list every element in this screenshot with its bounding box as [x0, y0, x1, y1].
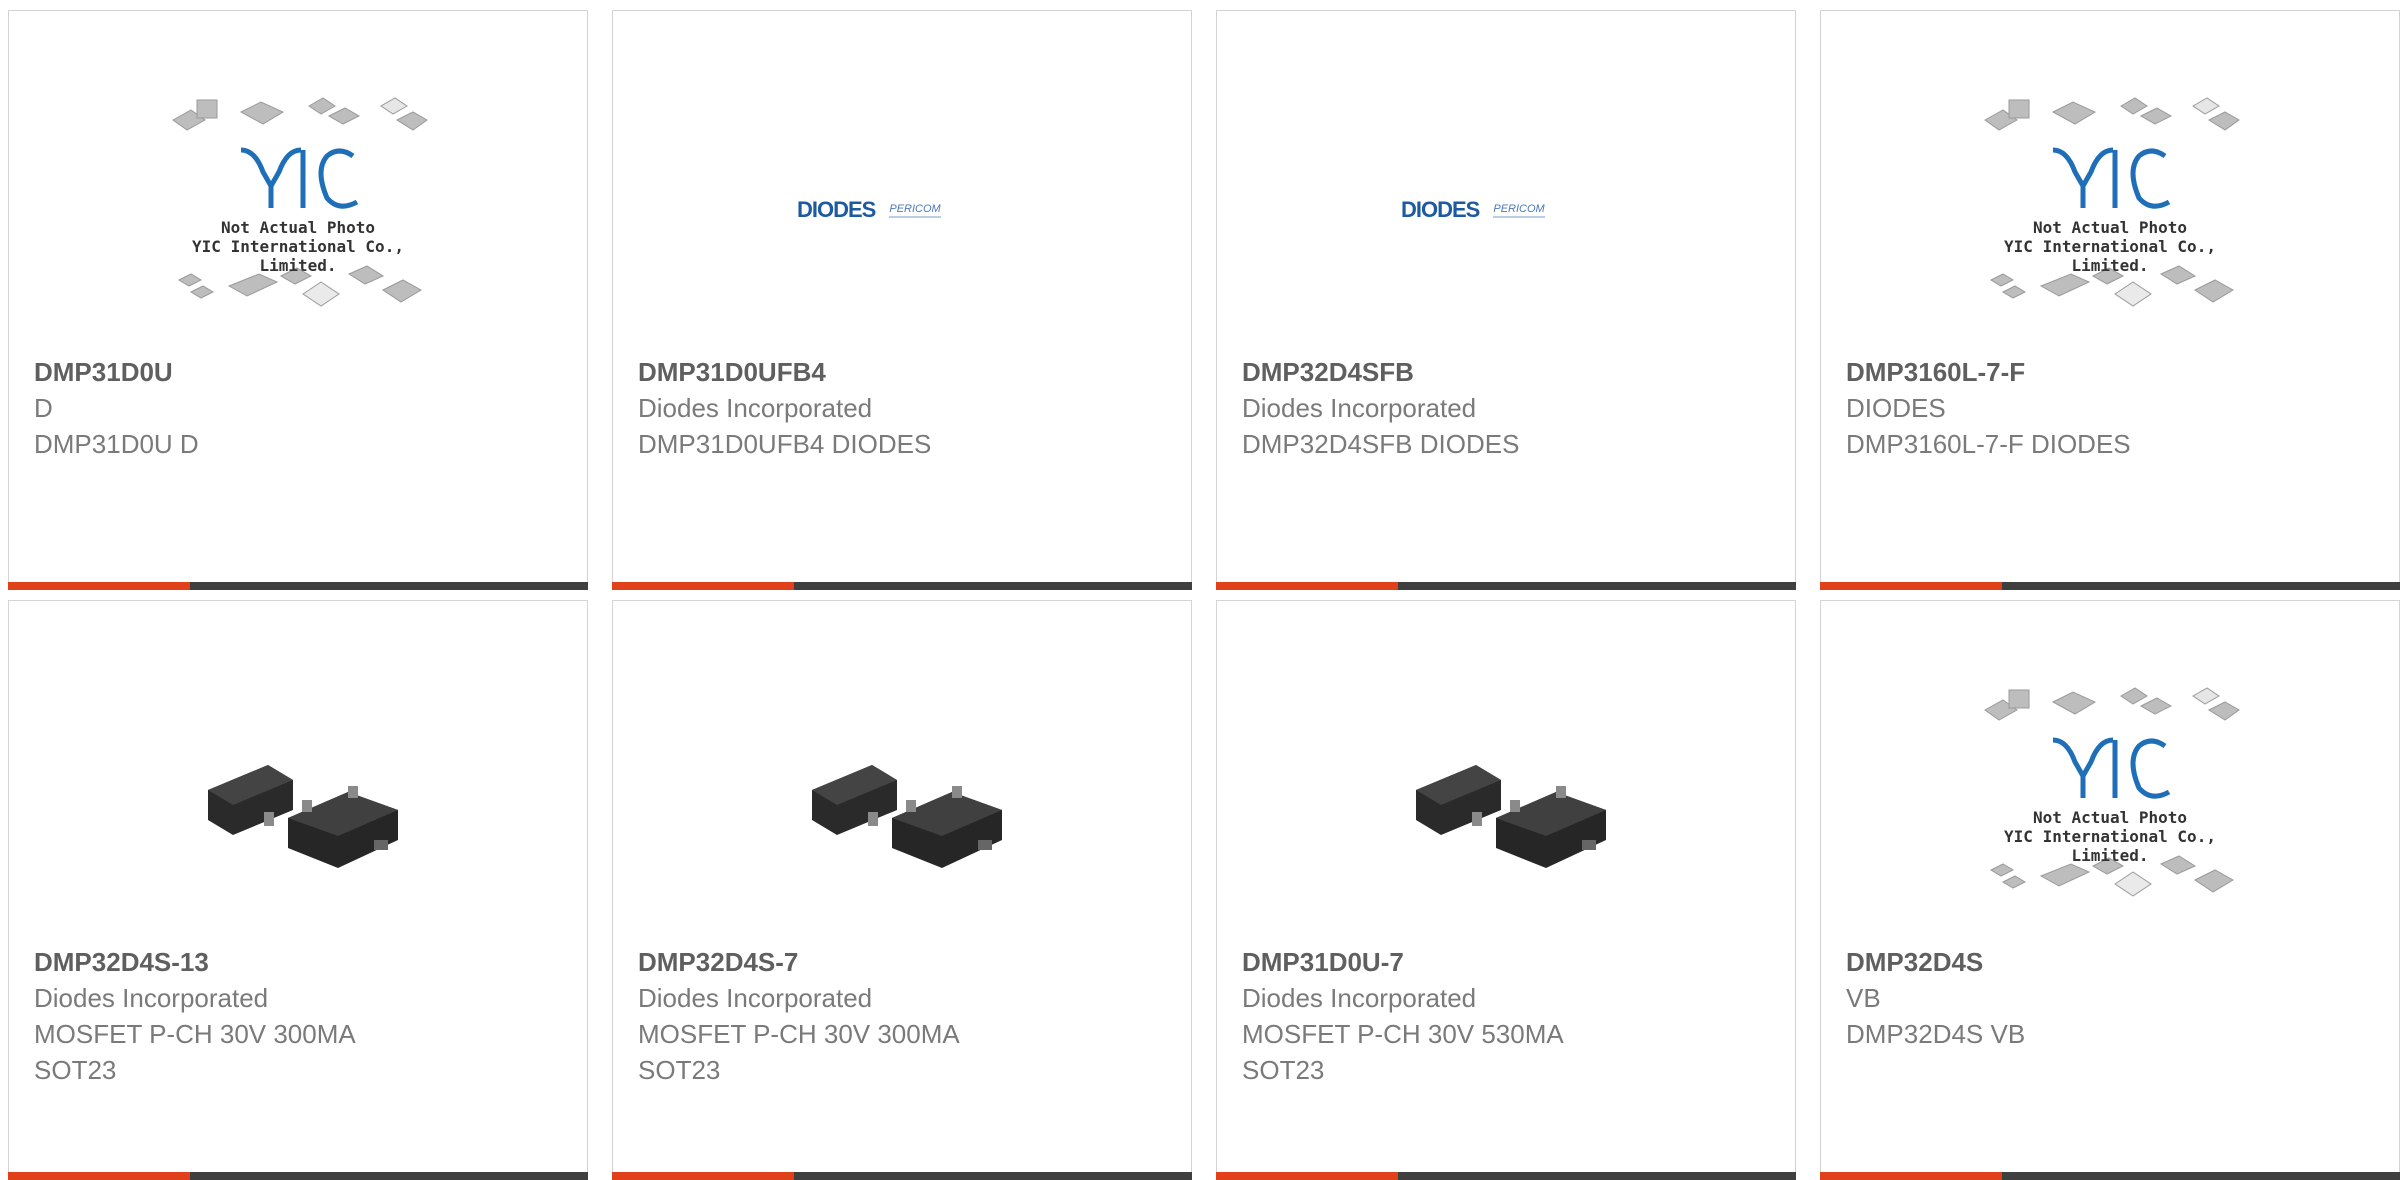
- part-number-link[interactable]: DMP32D4S: [1846, 944, 2379, 980]
- package: SOT23: [1242, 1055, 1325, 1085]
- product-card[interactable]: DMP32D4S-13 Diodes Incorporated MOSFET P…: [8, 600, 588, 1180]
- part-number-link[interactable]: DMP32D4SFB: [1242, 354, 1775, 390]
- manufacturer: Diodes Incorporated: [1242, 393, 1477, 423]
- product-card[interactable]: DMP32D4S-7 Diodes Incorporated MOSFET P-…: [612, 600, 1192, 1180]
- placeholder-caption: Not Actual Photo YIC International Co., …: [1975, 808, 2245, 865]
- card-footer-bar: [8, 582, 588, 590]
- diodes-wordmark: DIODES: [1401, 197, 1480, 222]
- product-image[interactable]: Not Actual Photo YIC International Co., …: [1821, 671, 2399, 929]
- product-info: DMP3160L-7-F DIODES DMP3160L-7-F DIODES: [1846, 354, 2379, 462]
- yic-placeholder-image: Not Actual Photo YIC International Co., …: [1975, 680, 2245, 920]
- company-label: YIC International Co., Limited.: [2004, 237, 2216, 275]
- product-image[interactable]: [613, 671, 1191, 929]
- description: MOSFET P-CH 30V 530MA: [1242, 1019, 1564, 1049]
- product-image[interactable]: Not Actual Photo YIC International Co., …: [9, 81, 587, 339]
- product-card[interactable]: Not Actual Photo YIC International Co., …: [8, 10, 588, 590]
- sot23-package-icon: [208, 765, 398, 868]
- card-footer-bar: [1216, 582, 1796, 590]
- product-card[interactable]: DIODES PERICOM DMP31D0UFB4 Diodes Incorp…: [612, 10, 1192, 590]
- accent-bar: [8, 1172, 190, 1180]
- product-info: DMP32D4SFB Diodes Incorporated DMP32D4SF…: [1242, 354, 1775, 462]
- manufacturer: Diodes Incorporated: [34, 983, 269, 1013]
- yic-placeholder-image: Not Actual Photo YIC International Co., …: [1975, 90, 2245, 330]
- product-card[interactable]: DIODES PERICOM DMP32D4SFB Diodes Incorpo…: [1216, 10, 1796, 590]
- product-image[interactable]: DIODES PERICOM: [613, 81, 1191, 339]
- yic-logo-icon: [172, 97, 428, 307]
- yic-placeholder-image: Not Actual Photo YIC International Co., …: [163, 90, 433, 330]
- manufacturer: Diodes Incorporated: [638, 393, 873, 423]
- accent-bar: [8, 582, 190, 590]
- manufacturer: DIODES: [1846, 393, 1946, 423]
- part-number-link[interactable]: DMP32D4S-7: [638, 944, 1171, 980]
- product-image[interactable]: Not Actual Photo YIC International Co., …: [1821, 81, 2399, 339]
- pericom-wordmark: PERICOM: [1493, 203, 1545, 218]
- description: DMP3160L-7-F DIODES: [1846, 429, 2131, 459]
- sot23-package-icon: [1416, 765, 1606, 868]
- product-info: DMP32D4S-13 Diodes Incorporated MOSFET P…: [34, 944, 567, 1088]
- part-number-link[interactable]: DMP31D0UFB4: [638, 354, 1171, 390]
- manufacturer: D: [34, 393, 53, 423]
- card-footer-bar: [1820, 582, 2400, 590]
- part-number-link[interactable]: DMP32D4S-13: [34, 944, 567, 980]
- part-number-link[interactable]: DMP31D0U: [34, 354, 567, 390]
- card-footer-bar: [612, 1172, 1192, 1180]
- product-info: DMP31D0U-7 Diodes Incorporated MOSFET P-…: [1242, 944, 1775, 1088]
- part-number-link[interactable]: DMP3160L-7-F: [1846, 354, 2379, 390]
- description: DMP32D4SFB DIODES: [1242, 429, 1520, 459]
- manufacturer: Diodes Incorporated: [638, 983, 873, 1013]
- accent-bar: [1820, 1172, 2002, 1180]
- diodes-wordmark: DIODES: [797, 197, 876, 222]
- description: MOSFET P-CH 30V 300MA: [638, 1019, 960, 1049]
- product-image[interactable]: DIODES PERICOM: [1217, 81, 1795, 339]
- manufacturer: VB: [1846, 983, 1881, 1013]
- yic-logo-icon: [1984, 97, 2240, 307]
- product-card[interactable]: Not Actual Photo YIC International Co., …: [1820, 600, 2400, 1180]
- diodes-logo: DIODES PERICOM: [1401, 195, 1611, 225]
- product-info: DMP31D0U D DMP31D0U D: [34, 354, 567, 462]
- product-image[interactable]: [9, 671, 587, 929]
- package: SOT23: [34, 1055, 117, 1085]
- accent-bar: [1216, 1172, 1398, 1180]
- yic-logo-icon: [1984, 687, 2240, 897]
- placeholder-caption: Not Actual Photo YIC International Co., …: [1975, 218, 2245, 275]
- product-grid: Not Actual Photo YIC International Co., …: [8, 10, 2400, 1180]
- card-footer-bar: [1216, 1172, 1796, 1180]
- not-actual-photo-label: Not Actual Photo: [220, 218, 376, 237]
- accent-bar: [612, 582, 794, 590]
- product-info: DMP31D0UFB4 Diodes Incorporated DMP31D0U…: [638, 354, 1171, 462]
- not-actual-photo-label: Not Actual Photo: [2032, 808, 2188, 827]
- product-info: DMP32D4S-7 Diodes Incorporated MOSFET P-…: [638, 944, 1171, 1088]
- company-label: YIC International Co., Limited.: [192, 237, 404, 275]
- card-footer-bar: [8, 1172, 588, 1180]
- card-footer-bar: [612, 582, 1192, 590]
- description: DMP31D0UFB4 DIODES: [638, 429, 932, 459]
- package: SOT23: [638, 1055, 721, 1085]
- diodes-logo: DIODES PERICOM: [797, 195, 1007, 225]
- description: DMP31D0U D: [34, 429, 199, 459]
- part-number-link[interactable]: DMP31D0U-7: [1242, 944, 1775, 980]
- accent-bar: [612, 1172, 794, 1180]
- manufacturer: Diodes Incorporated: [1242, 983, 1477, 1013]
- accent-bar: [1820, 582, 2002, 590]
- accent-bar: [1216, 582, 1398, 590]
- sot23-package-icon: [812, 765, 1002, 868]
- company-label: YIC International Co., Limited.: [2004, 827, 2216, 865]
- description: DMP32D4S VB: [1846, 1019, 2026, 1049]
- product-card[interactable]: DMP31D0U-7 Diodes Incorporated MOSFET P-…: [1216, 600, 1796, 1180]
- placeholder-caption: Not Actual Photo YIC International Co., …: [163, 218, 433, 275]
- pericom-wordmark: PERICOM: [889, 203, 941, 218]
- product-card[interactable]: Not Actual Photo YIC International Co., …: [1820, 10, 2400, 590]
- product-image[interactable]: [1217, 671, 1795, 929]
- product-info: DMP32D4S VB DMP32D4S VB: [1846, 944, 2379, 1052]
- not-actual-photo-label: Not Actual Photo: [2032, 218, 2188, 237]
- card-footer-bar: [1820, 1172, 2400, 1180]
- description: MOSFET P-CH 30V 300MA: [34, 1019, 356, 1049]
